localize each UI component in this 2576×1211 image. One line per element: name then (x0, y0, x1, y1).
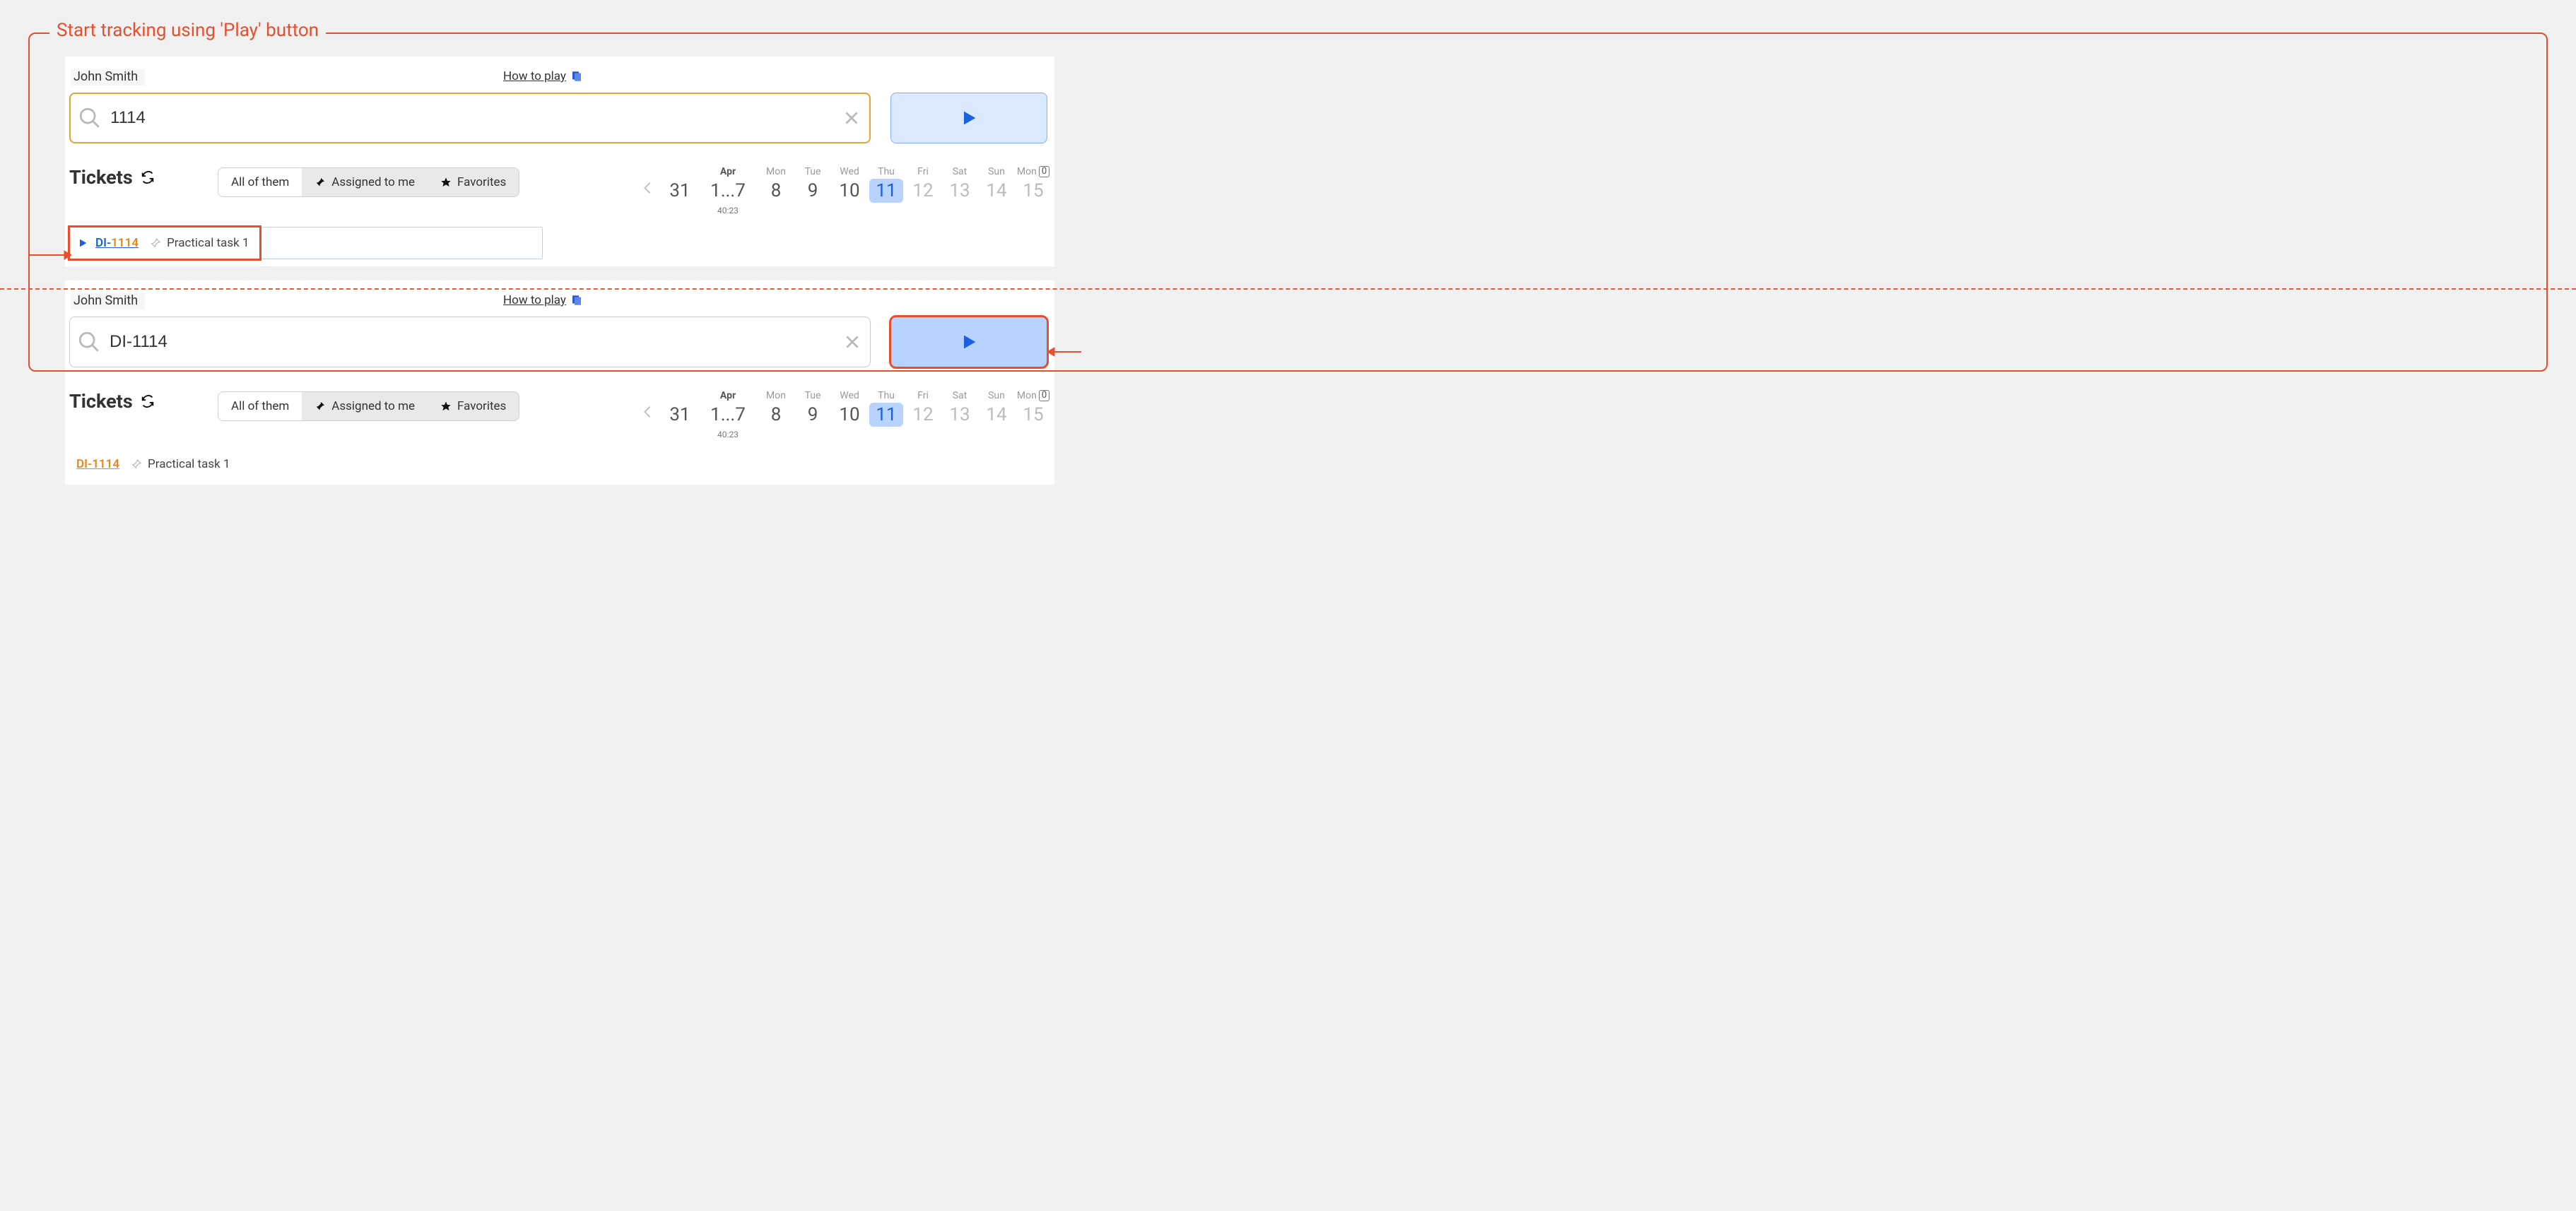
tickets-heading: Tickets (69, 166, 204, 189)
tab-favorites[interactable]: Favorites (428, 168, 519, 196)
search-icon (77, 330, 101, 354)
ticket-title: Practical task 1 (167, 236, 249, 250)
pin-icon (314, 177, 326, 188)
tab-favorites[interactable]: Favorites (428, 392, 519, 420)
ticket-id[interactable]: DI-1114 (95, 236, 139, 250)
ticket-title: Practical task 1 (148, 457, 230, 471)
refresh-icon[interactable] (140, 170, 155, 185)
zero-badge: 0 (1039, 390, 1049, 401)
calendar-day[interactable]: Mon8 (759, 390, 793, 427)
ticket-row[interactable]: DI-1114 Practical task 1 (69, 451, 543, 478)
search-input[interactable] (109, 107, 837, 129)
play-icon (959, 332, 979, 352)
ticket-highlight: DI-1114 Practical task 1 (70, 228, 259, 259)
search-box[interactable] (69, 93, 871, 143)
annotation-title: Start tracking using 'Play' button (49, 20, 326, 41)
calendar-prev-month-day[interactable]: 31 (663, 166, 697, 203)
how-to-play-label: How to play (503, 293, 566, 307)
star-icon (440, 401, 452, 412)
how-to-play-label: How to play (503, 69, 566, 83)
tab-all[interactable]: All of them (218, 392, 302, 420)
clear-icon[interactable] (842, 109, 861, 127)
calendar-day[interactable]: Thu11 (869, 390, 903, 427)
clear-icon[interactable] (843, 333, 861, 351)
tab-assigned[interactable]: Assigned to me (302, 168, 428, 196)
star-icon (440, 177, 452, 188)
calendar-day[interactable]: Wed10 (833, 166, 866, 203)
search-input[interactable] (108, 331, 837, 353)
calendar-day[interactable]: Tue9 (796, 166, 830, 203)
docs-icon (570, 70, 583, 83)
calendar-day[interactable]: Mon8 (759, 166, 793, 203)
calendar-day[interactable]: Wed10 (833, 390, 866, 427)
calendar-day[interactable]: Sat13 (943, 390, 977, 427)
play-icon (959, 108, 979, 128)
ticket-row[interactable]: DI-1114 Practical task 1 (69, 227, 543, 259)
zero-badge: 0 (1039, 166, 1049, 177)
calendar-week-range[interactable]: Apr 1...7 40:23 (700, 390, 756, 438)
calendar-day[interactable]: Fri12 (906, 390, 940, 427)
pin-small-icon[interactable] (131, 459, 142, 470)
how-to-play-link[interactable]: How to play (503, 293, 583, 307)
play-button[interactable] (890, 93, 1047, 143)
ticket-id[interactable]: DI-1114 (76, 457, 119, 471)
tab-all[interactable]: All of them (218, 168, 302, 196)
user-name: John Smith (71, 293, 145, 309)
search-box[interactable] (69, 317, 871, 367)
user-name: John Smith (71, 69, 145, 85)
filter-tabs: All of them Assigned to me Favorites (218, 167, 519, 197)
tickets-heading: Tickets (69, 390, 204, 413)
annotation-arrow-left-icon (29, 249, 71, 261)
calendar-strip: 31 Apr 1...7 40:23 Mon8 Tue9 Wed10 Thu11… (640, 166, 1050, 214)
docs-icon (570, 294, 583, 307)
calendar-prev-icon[interactable] (640, 404, 656, 420)
calendar-day[interactable]: Sun14 (980, 166, 1013, 203)
panel-after: John Smith How to play Tickets (65, 280, 1054, 485)
calendar-day[interactable]: Tue9 (796, 390, 830, 427)
filter-tabs: All of them Assigned to me Favorites (218, 391, 519, 421)
calendar-day[interactable]: Thu11 (869, 166, 903, 203)
calendar-week-range[interactable]: Apr 1...7 40:23 (700, 166, 756, 214)
calendar-prev-icon[interactable] (640, 180, 656, 196)
play-small-icon[interactable] (77, 237, 88, 249)
refresh-icon[interactable] (140, 394, 155, 409)
panel-before: John Smith How to play Tickets (65, 57, 1054, 266)
pin-small-icon[interactable] (150, 237, 161, 249)
how-to-play-link[interactable]: How to play (503, 69, 583, 83)
calendar-next-day[interactable]: Mon0 15 (1016, 166, 1050, 203)
pin-icon (314, 401, 326, 412)
calendar-next-day[interactable]: Mon0 15 (1016, 390, 1050, 427)
calendar-day[interactable]: Sat13 (943, 166, 977, 203)
calendar-strip: 31 Apr 1...7 40:23 Mon8 Tue9 Wed10 Thu11… (640, 390, 1050, 438)
calendar-day[interactable]: Sun14 (980, 390, 1013, 427)
calendar-prev-month-day[interactable]: 31 (663, 390, 697, 427)
calendar-day[interactable]: Fri12 (906, 166, 940, 203)
search-icon (78, 106, 102, 130)
annotation-arrow-right-icon (1047, 346, 1081, 358)
play-button[interactable] (890, 317, 1047, 367)
annotation-divider (0, 288, 2576, 290)
tab-assigned[interactable]: Assigned to me (302, 392, 428, 420)
